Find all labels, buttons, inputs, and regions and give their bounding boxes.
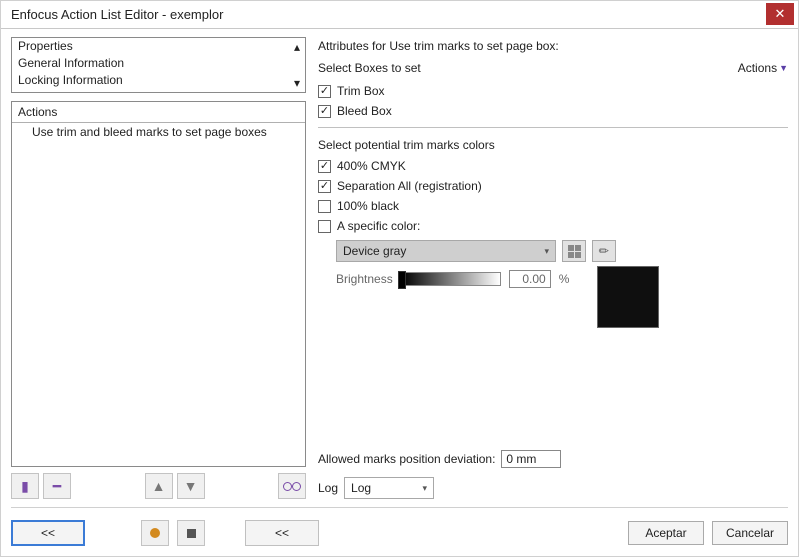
trim-box-row[interactable]: Trim Box — [318, 81, 788, 101]
separation-all-label: Separation All (registration) — [337, 179, 482, 193]
remove-action-button[interactable]: ━ — [43, 473, 71, 499]
specific-color-checkbox[interactable] — [318, 220, 331, 233]
window-title: Enfocus Action List Editor - exemplor — [11, 7, 766, 22]
colorspace-value: Device gray — [343, 244, 406, 258]
actions-header-label: Actions — [18, 105, 57, 119]
cancel-button[interactable]: Cancelar — [712, 521, 788, 545]
bleed-box-label: Bleed Box — [337, 104, 392, 118]
properties-listbox[interactable]: Properties General Information Locking I… — [11, 37, 306, 93]
brightness-unit: % — [559, 272, 570, 286]
log-dropdown[interactable]: Log ▾ — [344, 477, 434, 499]
eyedropper-button[interactable]: ✎ — [592, 240, 616, 262]
colorspace-dropdown[interactable]: Device gray ▾ — [336, 240, 556, 262]
trim-box-checkbox[interactable] — [318, 85, 331, 98]
properties-item[interactable]: Properties — [12, 38, 289, 55]
eyedropper-icon: ✎ — [595, 242, 612, 259]
deviation-row: Allowed marks position deviation: — [318, 447, 788, 471]
cmyk400-checkbox[interactable] — [318, 160, 331, 173]
actions-link-label: Actions — [738, 61, 777, 75]
attributes-heading: Attributes for Use trim marks to set pag… — [318, 37, 788, 59]
properties-item[interactable]: Locking Information — [12, 72, 289, 89]
color-preview-swatch — [597, 266, 659, 328]
brightness-slider[interactable] — [401, 272, 501, 286]
close-icon[interactable]: ✕ — [766, 3, 794, 25]
dialog-body: Properties General Information Locking I… — [1, 29, 798, 556]
back-button[interactable]: << — [245, 520, 319, 546]
log-value: Log — [351, 481, 371, 495]
bleed-box-row[interactable]: Bleed Box — [318, 101, 788, 121]
left-toolbar: ▮ ━ ▲ ▼ — [11, 467, 306, 501]
add-action-button[interactable]: ▮ — [11, 473, 39, 499]
cmyk400-label: 400% CMYK — [337, 159, 406, 173]
accept-button[interactable]: Aceptar — [628, 521, 704, 545]
separation-all-row[interactable]: Separation All (registration) — [318, 176, 788, 196]
brightness-row: Brightness % — [336, 270, 569, 288]
record-button[interactable] — [141, 520, 169, 546]
attributes-panel: Attributes for Use trim marks to set pag… — [318, 37, 788, 501]
bottom-attributes: Allowed marks position deviation: Log Lo… — [318, 447, 788, 501]
inspect-button[interactable] — [278, 473, 306, 499]
deviation-input[interactable] — [501, 450, 561, 468]
cmyk400-row[interactable]: 400% CMYK — [318, 156, 788, 176]
bottom-button-row: << << Aceptar Cancelar — [11, 514, 788, 546]
actions-header: Actions — [12, 102, 305, 123]
stop-icon — [187, 529, 196, 538]
chevron-down-icon: ▾ — [544, 246, 549, 257]
dialog-window: Enfocus Action List Editor - exemplor ✕ … — [0, 0, 799, 557]
brightness-input[interactable] — [509, 270, 551, 288]
actions-panel: Actions Use trim and bleed marks to set … — [11, 101, 306, 467]
swatches-icon — [568, 245, 581, 258]
left-column: Properties General Information Locking I… — [11, 37, 306, 501]
move-down-button[interactable]: ▼ — [177, 473, 205, 499]
scrollbar[interactable]: ▴ ▾ — [289, 38, 305, 92]
move-up-button[interactable]: ▲ — [145, 473, 173, 499]
glasses-icon — [283, 481, 301, 491]
colors-label: Select potential trim marks colors — [318, 136, 788, 156]
bleed-box-checkbox[interactable] — [318, 105, 331, 118]
log-row: Log Log ▾ — [318, 471, 788, 501]
action-item[interactable]: Use trim and bleed marks to set page box… — [12, 123, 305, 141]
actions-list[interactable]: Use trim and bleed marks to set page box… — [12, 123, 305, 466]
boxes-label: Select Boxes to set — [318, 61, 421, 75]
properties-item[interactable]: General Information — [12, 55, 289, 72]
main-row: Properties General Information Locking I… — [11, 37, 788, 501]
dialog-buttons: Aceptar Cancelar — [628, 521, 788, 545]
specific-color-row[interactable]: A specific color: — [318, 216, 788, 236]
titlebar: Enfocus Action List Editor - exemplor ✕ — [1, 1, 798, 29]
chevron-down-icon: ▾ — [423, 483, 428, 494]
swatches-button[interactable] — [562, 240, 586, 262]
log-label: Log — [318, 481, 338, 495]
chevron-up-icon[interactable]: ▴ — [294, 40, 300, 54]
divider — [11, 507, 788, 508]
brightness-thumb[interactable] — [398, 271, 406, 289]
black100-label: 100% black — [337, 199, 399, 213]
deviation-label: Allowed marks position deviation: — [318, 452, 495, 466]
specific-color-label: A specific color: — [337, 219, 420, 233]
actions-dropdown-link[interactable]: Actions ▼ — [738, 61, 788, 75]
specific-color-controls: Device gray ▾ ✎ Brightnes — [318, 236, 788, 328]
separation-all-checkbox[interactable] — [318, 180, 331, 193]
caret-down-icon: ▼ — [779, 63, 788, 73]
trim-box-label: Trim Box — [337, 84, 385, 98]
back-button-selected[interactable]: << — [11, 520, 85, 546]
black100-row[interactable]: 100% black — [318, 196, 788, 216]
black100-checkbox[interactable] — [318, 200, 331, 213]
brightness-label: Brightness — [336, 272, 393, 286]
record-icon — [150, 528, 160, 538]
divider — [318, 127, 788, 128]
chevron-down-icon[interactable]: ▾ — [294, 76, 300, 90]
stop-button[interactable] — [177, 520, 205, 546]
boxes-row: Select Boxes to set Actions ▼ — [318, 59, 788, 81]
